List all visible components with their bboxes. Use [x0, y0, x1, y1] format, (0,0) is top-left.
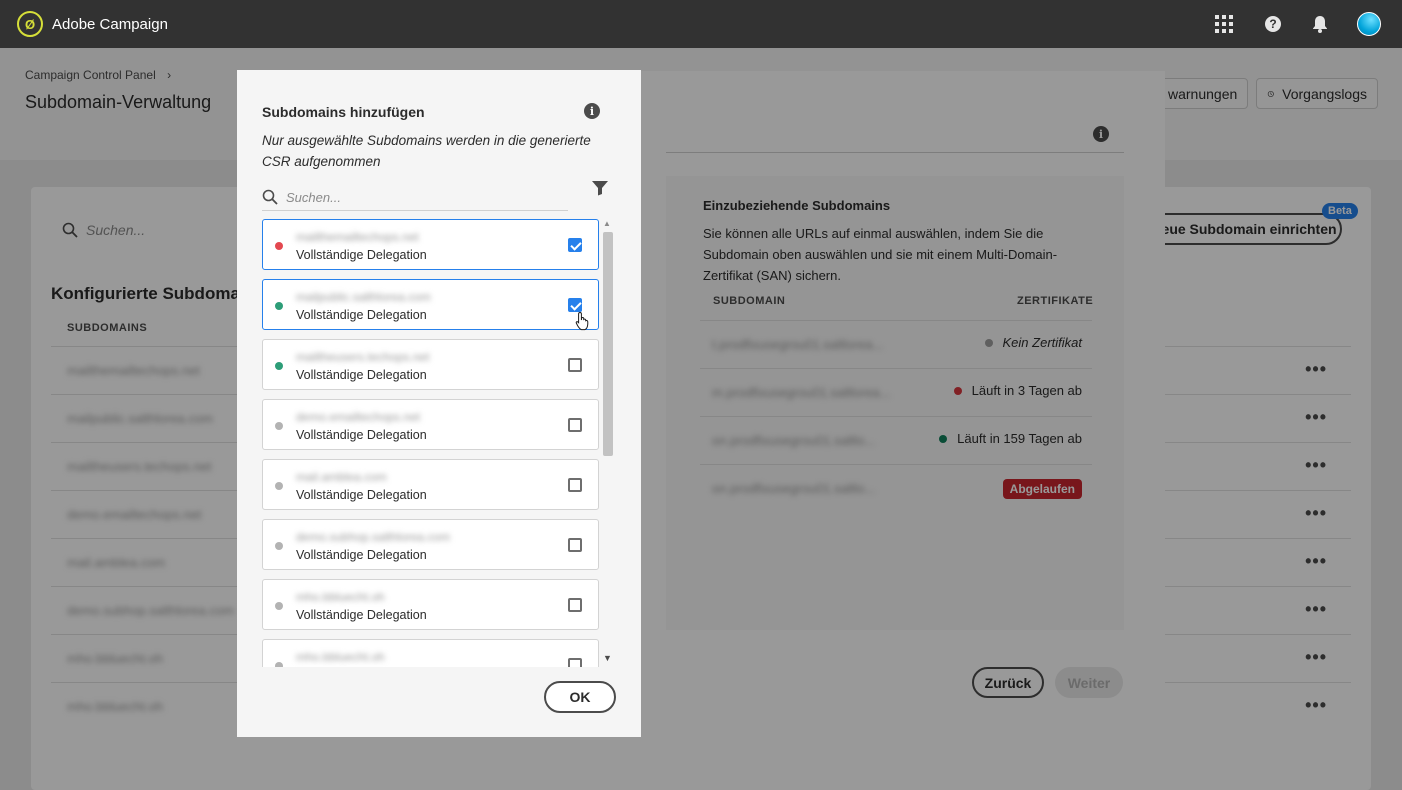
list-item[interactable]: demo.subhop.salthlorea.com Vollständige D…	[262, 519, 599, 570]
list-item[interactable]: mailpublic.salthlorea.com Vollständige De…	[262, 279, 599, 330]
filter-icon[interactable]	[591, 180, 609, 201]
help-icon[interactable]: ?	[1262, 13, 1284, 35]
subdomain-name: mailthemailtechops.net	[296, 230, 419, 244]
list-item[interactable]: demo.emailtechops.net Vollständige Delega…	[262, 399, 599, 450]
select-checkbox[interactable]	[568, 358, 582, 372]
scroll-down-arrow-icon[interactable]: ▼	[603, 653, 612, 663]
subdomain-name: mho.bbluecht.oh	[296, 650, 385, 664]
list-item[interactable]: mailthemailtechops.net Vollständige Deleg…	[262, 219, 599, 270]
select-checkbox[interactable]	[568, 538, 582, 552]
delegation-type: Vollständige Delegation	[296, 428, 427, 442]
subdomain-name: demo.subhop.salthlorea.com	[296, 530, 451, 544]
select-checkbox[interactable]	[568, 478, 582, 492]
apps-grid-icon[interactable]	[1213, 13, 1235, 35]
status-dot-icon	[275, 422, 283, 430]
search-placeholder: Suchen...	[286, 189, 341, 205]
select-checkbox[interactable]	[568, 238, 582, 252]
search-icon	[262, 189, 278, 205]
status-dot-icon	[275, 602, 283, 610]
ok-button[interactable]: OK	[544, 681, 616, 713]
delegation-type: Vollständige Delegation	[296, 368, 427, 382]
delegation-type: Vollständige Delegation	[296, 308, 427, 322]
list-scrollbar[interactable]: ▲ ▼	[601, 219, 614, 667]
dialog-description: Nur ausgewählte Subdomains werden in die…	[262, 133, 591, 169]
select-checkbox[interactable]	[568, 298, 582, 312]
status-dot-icon	[275, 482, 283, 490]
subdomain-list[interactable]: mailthemailtechops.net Vollständige Deleg…	[262, 218, 600, 667]
list-item[interactable]: mailtheusers.techops.net Vollständige Del…	[262, 339, 599, 390]
delegation-type: Vollständige Delegation	[296, 488, 427, 502]
avatar[interactable]	[1357, 12, 1381, 36]
status-dot-icon	[275, 662, 283, 667]
dialog-title: Subdomains hinzufügen	[262, 104, 425, 120]
select-checkbox[interactable]	[568, 598, 582, 612]
status-dot-icon	[275, 302, 283, 310]
status-dot-icon	[275, 362, 283, 370]
top-bar: Ø Adobe Campaign ?	[0, 0, 1402, 48]
subdomain-name: mail.amblea.com	[296, 470, 387, 484]
subdomain-name: mho.bbluecht.oh	[296, 590, 385, 604]
app-name[interactable]: Adobe Campaign	[52, 16, 168, 33]
bell-icon[interactable]	[1309, 13, 1331, 35]
subdomain-name: mailtheusers.techops.net	[296, 350, 430, 364]
subdomain-name: mailpublic.salthlorea.com	[296, 290, 431, 304]
hand-cursor-icon	[575, 311, 589, 331]
subdomain-name: demo.emailtechops.net	[296, 410, 421, 424]
scroll-up-arrow-icon[interactable]: ▲	[603, 219, 611, 228]
delegation-type: Vollständige Delegation	[296, 548, 427, 562]
delegation-type: Vollständige Delegation	[296, 248, 427, 262]
dialog-search-input[interactable]: Suchen...	[262, 184, 568, 211]
select-checkbox[interactable]	[568, 418, 582, 432]
info-icon[interactable]: i	[584, 103, 600, 119]
scroll-thumb[interactable]	[603, 232, 613, 456]
delegation-type: Vollständige Delegation	[296, 608, 427, 622]
modal-overlay	[0, 48, 1402, 790]
adobe-campaign-logo-icon[interactable]: Ø	[17, 11, 43, 37]
status-dot-icon	[275, 542, 283, 550]
status-dot-icon	[275, 242, 283, 250]
list-item[interactable]: mail.amblea.com Vollständige Delegation	[262, 459, 599, 510]
list-item[interactable]: mho.bbluecht.oh Vollständige Delegation	[262, 579, 599, 630]
list-item[interactable]: mho.bbluecht.ohVollständige Delegation	[262, 639, 599, 667]
select-checkbox[interactable]	[568, 658, 582, 667]
